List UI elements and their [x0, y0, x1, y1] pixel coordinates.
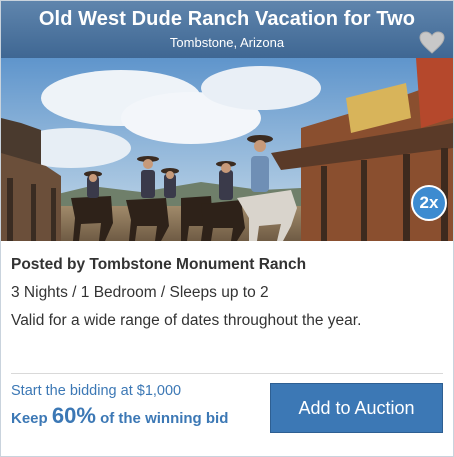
posted-by-text: Posted by Tombstone Monument Ranch	[11, 256, 307, 273]
keep-suffix: of the winning bid	[95, 410, 229, 427]
add-to-auction-button[interactable]: Add to Auction	[270, 383, 443, 433]
keep-percentage-text: Keep 60% of the winning bid	[11, 403, 228, 429]
listing-title: Old West Dude Ranch Vacation for Two	[38, 8, 416, 30]
listing-details: 3 Nights / 1 Bedroom / Sleeps up to 2	[11, 284, 269, 301]
multiplier-badge: 2x	[411, 185, 447, 221]
heart-icon[interactable]	[419, 31, 445, 55]
starting-bid-text: Start the bidding at $1,000	[11, 383, 182, 399]
listing-header: Old West Dude Ranch Vacation for Two Tom…	[1, 1, 453, 58]
listing-validity: Valid for a wide range of dates througho…	[11, 312, 362, 329]
listing-location: Tombstone, Arizona	[169, 35, 285, 50]
divider	[11, 373, 443, 374]
keep-prefix: Keep	[11, 410, 52, 427]
listing-photo	[1, 58, 453, 241]
listing-card[interactable]: Old West Dude Ranch Vacation for Two Tom…	[0, 0, 454, 457]
keep-percent: 60%	[51, 403, 96, 428]
